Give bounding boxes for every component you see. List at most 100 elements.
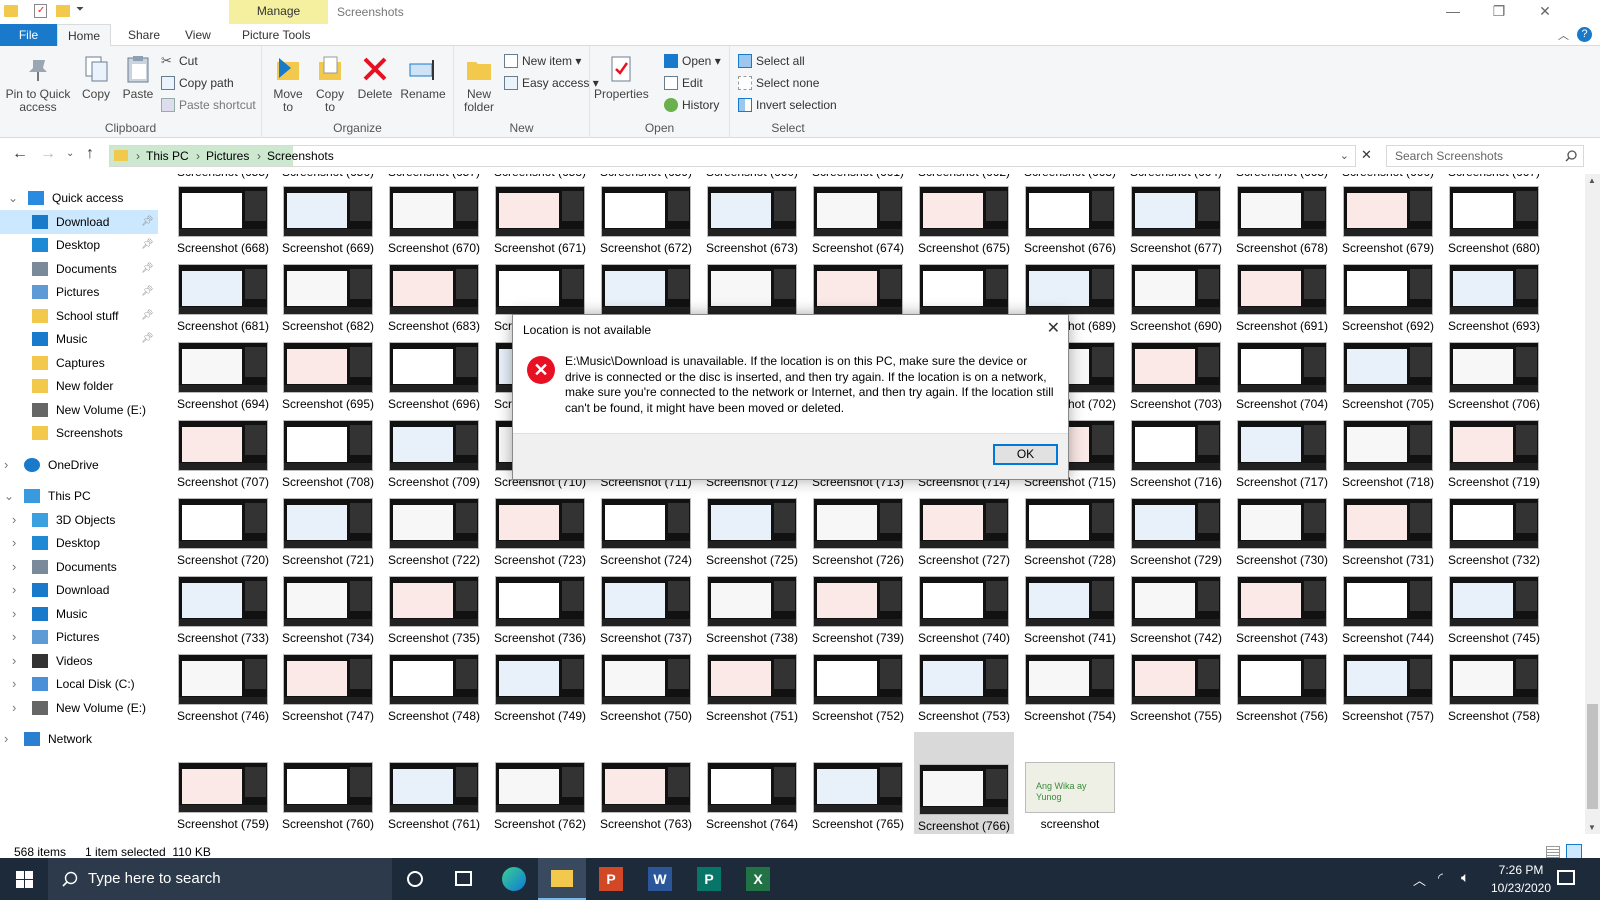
easy-access-button[interactable]: Easy access ▾ [504, 73, 599, 93]
nav-item-school-stuff[interactable]: School stuff 📌︎ [0, 304, 158, 328]
copy-button[interactable]: Copy [76, 54, 116, 101]
chevron-right-icon[interactable]: › [12, 531, 16, 555]
paste-button[interactable]: Paste [118, 54, 158, 101]
search-icon[interactable] [1565, 150, 1577, 162]
show-hidden-icons-icon[interactable]: ︿ [1413, 870, 1426, 889]
nav-item-onedrive[interactable]: › OneDrive [0, 453, 158, 477]
chevron-right-icon[interactable]: › [12, 578, 16, 602]
chevron-right-icon[interactable]: › [4, 453, 8, 477]
tab-file[interactable]: File [0, 24, 57, 46]
file-tile[interactable]: Screenshot (690) [1126, 264, 1226, 342]
file-tile[interactable]: Screenshot (744) [1338, 576, 1438, 654]
chevron-right-icon[interactable]: › [12, 625, 16, 649]
file-tile[interactable]: Screenshot (757) [1338, 654, 1438, 732]
nav-item-desktop[interactable]: Desktop 📌︎ [0, 233, 158, 257]
address-dropdown-icon[interactable]: ⌄ [1340, 149, 1349, 162]
search-input[interactable]: Search Screenshots [1395, 149, 1503, 163]
file-tile[interactable]: Screenshot (705) [1338, 342, 1438, 420]
customize-toolbar-icon[interactable]: ⏷ [76, 4, 84, 15]
file-tile[interactable]: Screenshot (673) [702, 186, 802, 264]
file-name[interactable]: Screenshot (667) [1444, 174, 1544, 179]
nav-item-captures[interactable]: Captures [0, 351, 158, 375]
back-icon[interactable]: ← [12, 145, 28, 163]
vertical-scrollbar[interactable]: ▲ ▼ [1585, 174, 1600, 834]
windows-start-icon[interactable] [16, 871, 33, 888]
chevron-right-icon[interactable]: › [12, 555, 16, 579]
pin-quick-access-button[interactable]: Pin to Quick access [2, 54, 74, 114]
file-tile[interactable]: Screenshot (763) [596, 762, 696, 834]
taskbar-search-box[interactable]: Type here to search [48, 858, 392, 900]
nav-item-download[interactable]: Download 📌︎ [0, 209, 158, 234]
pin-icon[interactable]: 📌︎ [141, 257, 154, 281]
scrollbar-thumb[interactable] [1587, 704, 1598, 809]
file-tile[interactable]: Screenshot (696) [384, 342, 484, 420]
tab-manage[interactable]: Manage [229, 0, 328, 24]
up-icon[interactable]: ↑ [86, 145, 94, 163]
action-center-icon[interactable] [1557, 870, 1575, 885]
nav-item-music[interactable]: Music 📌︎ [0, 327, 158, 351]
maximize-button[interactable]: ❐ [1476, 0, 1522, 24]
file-tile[interactable]: Screenshot (723) [490, 498, 590, 576]
file-tile[interactable]: Screenshot (708) [278, 420, 378, 498]
file-tile[interactable]: Screenshot (691) [1232, 264, 1332, 342]
file-tile[interactable]: Screenshot (730) [1232, 498, 1332, 576]
file-tile[interactable]: Screenshot (758) [1444, 654, 1544, 732]
file-tile[interactable]: Screenshot (726) [808, 498, 908, 576]
copy-path-button[interactable]: Copy path [161, 73, 234, 93]
search-box[interactable]: Search Screenshots [1386, 145, 1584, 167]
rename-button[interactable]: Rename [398, 54, 448, 101]
delete-button[interactable]: Delete [354, 54, 396, 101]
file-tile[interactable]: Screenshot (743) [1232, 576, 1332, 654]
file-tile[interactable]: Screenshot (681) [173, 264, 273, 342]
tab-view[interactable]: View [175, 24, 221, 46]
file-tile[interactable]: Screenshot (669) [278, 186, 378, 264]
scroll-up-icon[interactable]: ▲ [1588, 176, 1596, 185]
file-tile[interactable]: Screenshot (740) [914, 576, 1014, 654]
quick-access-toolbar-properties-icon[interactable]: ✓ [34, 4, 47, 18]
nav-item-screenshots[interactable]: Screenshots [0, 421, 158, 445]
paste-shortcut-button[interactable]: Paste shortcut [161, 95, 256, 115]
file-tile[interactable]: Screenshot (677) [1126, 186, 1226, 264]
file-tile[interactable]: Screenshot (729) [1126, 498, 1226, 576]
file-tile[interactable]: Screenshot (694) [173, 342, 273, 420]
chevron-right-icon[interactable]: › [12, 696, 16, 720]
file-tile[interactable]: Screenshot (716) [1126, 420, 1226, 498]
file-name[interactable]: Screenshot (665) [1232, 174, 1332, 179]
taskbar-search-input[interactable]: Type here to search [88, 870, 221, 887]
file-name[interactable]: Screenshot (658) [490, 174, 590, 179]
file-name[interactable]: Screenshot (659) [596, 174, 696, 179]
scroll-down-icon[interactable]: ▼ [1588, 823, 1596, 832]
file-name[interactable]: Screenshot (657) [384, 174, 484, 179]
cortana-icon[interactable] [407, 871, 423, 887]
nav-item-music[interactable]: › Music [0, 602, 158, 626]
nav-item-new-volume-e[interactable]: New Volume (E:) [0, 398, 158, 422]
edit-button[interactable]: Edit [664, 73, 703, 93]
help-icon[interactable]: ? [1577, 27, 1592, 42]
forward-icon[interactable]: → [40, 145, 56, 163]
dialog-close-button[interactable]: ✕ [1047, 318, 1060, 338]
nav-item-new-volume-e[interactable]: › New Volume (E:) [0, 696, 158, 720]
file-tile[interactable]: Screenshot (692) [1338, 264, 1438, 342]
nav-item-network[interactable]: › Network [0, 727, 158, 751]
file-tile[interactable]: Screenshot (755) [1126, 654, 1226, 732]
file-tile[interactable]: Screenshot (671) [490, 186, 590, 264]
file-name[interactable]: Screenshot (662) [914, 174, 1014, 179]
clock-date[interactable]: 10/23/2020 [1486, 881, 1556, 895]
file-tile[interactable]: Screenshot (695) [278, 342, 378, 420]
file-tile[interactable]: Screenshot (736) [490, 576, 590, 654]
file-tile[interactable]: Ang Wika ay Yunog screenshot [1020, 762, 1120, 834]
file-tile[interactable]: Screenshot (718) [1338, 420, 1438, 498]
chevron-down-icon[interactable]: ⌄ [8, 186, 18, 210]
tab-share[interactable]: Share [118, 24, 170, 46]
file-tile[interactable]: Screenshot (680) [1444, 186, 1544, 264]
task-view-icon[interactable] [455, 871, 472, 886]
address-bar[interactable]: › This PC › Pictures › Screenshots ⌄ [109, 145, 1356, 167]
chevron-right-icon[interactable]: › [12, 602, 16, 626]
file-tile[interactable]: Screenshot (682) [278, 264, 378, 342]
file-tile[interactable]: Screenshot (766) [914, 732, 1014, 834]
file-tile[interactable]: Screenshot (704) [1232, 342, 1332, 420]
file-tile[interactable]: Screenshot (727) [914, 498, 1014, 576]
file-tile[interactable]: Screenshot (741) [1020, 576, 1120, 654]
file-tile[interactable]: Screenshot (679) [1338, 186, 1438, 264]
file-tile[interactable]: Screenshot (674) [808, 186, 908, 264]
